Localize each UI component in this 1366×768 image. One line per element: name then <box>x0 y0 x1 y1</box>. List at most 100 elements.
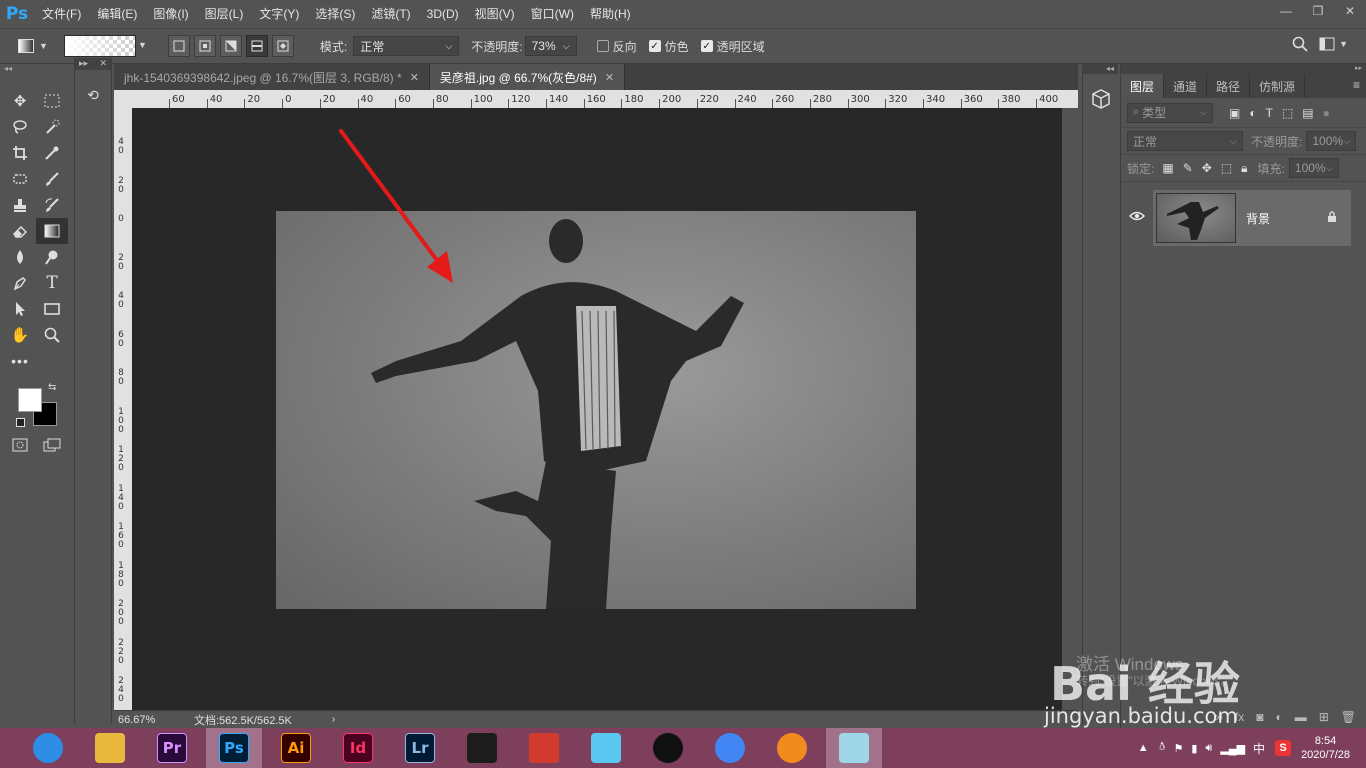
lock-all-icon[interactable]: 🔒︎ <box>1241 161 1247 176</box>
opacity-input[interactable]: 73% ⌵ <box>524 36 577 56</box>
angle-gradient-button[interactable] <box>219 35 242 57</box>
filter-smart-object-icon[interactable]: ▤ <box>1302 106 1313 120</box>
mode-select[interactable]: 正常 ⌵ <box>353 36 460 56</box>
3d-cube-icon[interactable] <box>1090 88 1112 110</box>
network-warning-icon[interactable]: ⚑ <box>1173 742 1183 755</box>
eraser-tool-icon[interactable] <box>4 218 36 244</box>
qq-tray-icon[interactable]: 🐧︎ <box>1159 741 1166 755</box>
lock-transparent-icon[interactable]: ▦ <box>1162 161 1173 176</box>
menu-help[interactable]: 帮助(H) <box>582 0 639 28</box>
filter-shape-icon[interactable]: ⬚ <box>1282 106 1293 120</box>
foreground-color-swatch[interactable] <box>18 388 42 412</box>
taskbar-app-orange-app[interactable] <box>764 728 820 768</box>
diamond-gradient-button[interactable] <box>271 35 294 57</box>
restore-button[interactable]: ❐ <box>1302 0 1334 22</box>
document-size[interactable]: 文档:562.5K/562.5K <box>194 712 292 728</box>
taskbar-app-illustrator[interactable]: Ai <box>268 728 324 768</box>
tab-clone-source[interactable]: 仿制源 <box>1250 74 1306 98</box>
taskbar-app-chrome[interactable] <box>702 728 758 768</box>
sogou-ime-icon[interactable]: S <box>1275 740 1292 756</box>
hand-tool-icon[interactable]: ✋ <box>4 322 36 348</box>
eyedropper-tool-icon[interactable] <box>36 140 68 166</box>
delete-layer-icon[interactable]: 🗑︎ <box>1341 710 1356 724</box>
crop-tool-icon[interactable] <box>4 140 36 166</box>
link-layers-icon[interactable]: ∞ <box>1214 710 1223 724</box>
tool-preset-picker[interactable]: ▼ <box>18 39 48 53</box>
close-icon[interactable]: ✕ <box>99 58 107 70</box>
close-icon[interactable]: ✕ <box>605 71 614 84</box>
taskbar-app-photoshop[interactable]: Ps <box>206 728 262 768</box>
taskbar-app-bird-app[interactable] <box>578 728 634 768</box>
tab-paths[interactable]: 路径 <box>1207 74 1251 98</box>
clock[interactable]: 8:54 2020/7/28 <box>1301 734 1350 762</box>
tab-document-1[interactable]: jhk-1540369398642.jpeg @ 16.7%(图层 3, RGB… <box>114 64 430 90</box>
dodge-tool-icon[interactable] <box>36 244 68 270</box>
volume-icon[interactable]: 🔊︎ <box>1205 742 1212 755</box>
brush-tool-icon[interactable] <box>36 166 68 192</box>
screen-mode-icon[interactable] <box>36 432 68 458</box>
photoshop-logo[interactable]: Ps <box>0 0 34 28</box>
menu-edit[interactable]: 编辑(E) <box>89 0 145 28</box>
zoom-tool-icon[interactable] <box>36 322 68 348</box>
filter-adjustment-icon[interactable]: ◐ <box>1249 106 1256 120</box>
show-hidden-icons-icon[interactable]: ▲ <box>1138 742 1149 754</box>
history-brush-tool-icon[interactable] <box>36 192 68 218</box>
layer-filter-select[interactable]: ⌕ 类型 ⌵ <box>1127 102 1213 123</box>
dither-checkbox[interactable]: ✓ 仿色 <box>648 38 689 55</box>
visibility-eye-icon[interactable] <box>1129 210 1145 224</box>
dither-check-box[interactable]: ✓ <box>648 40 661 52</box>
taskbar-app-premiere[interactable]: Pr <box>144 728 200 768</box>
transparency-checkbox[interactable]: ✓ 透明区域 <box>700 38 765 55</box>
menu-filter[interactable]: 滤镜(T) <box>363 0 418 28</box>
layer-style-icon[interactable]: fx <box>1235 710 1244 724</box>
filter-toggle-icon[interactable]: ● <box>1323 106 1330 120</box>
layer-row[interactable]: 背景 <box>1153 190 1351 246</box>
gradient-tool-icon[interactable] <box>36 218 68 244</box>
menu-file[interactable]: 文件(F) <box>34 0 89 28</box>
layer-opacity-input[interactable]: 100% ⌵ <box>1306 131 1357 151</box>
menu-image[interactable]: 图像(I) <box>145 0 196 28</box>
reverse-checkbox[interactable]: 反向 <box>596 38 637 55</box>
transparency-check-box[interactable]: ✓ <box>700 40 713 52</box>
expand-arrows-icon[interactable]: ▸▸ <box>79 58 88 70</box>
reflected-gradient-button[interactable] <box>245 35 268 57</box>
taskbar-app-lightroom[interactable]: Lr <box>392 728 448 768</box>
gradient-preview[interactable]: ▼ <box>63 35 147 57</box>
lock-artboard-icon[interactable]: ⬚ <box>1221 161 1232 176</box>
blur-tool-icon[interactable] <box>4 244 36 270</box>
menu-view[interactable]: 视图(V) <box>467 0 523 28</box>
type-tool-icon[interactable]: T <box>36 270 68 296</box>
close-button[interactable]: ✕ <box>1334 0 1366 22</box>
filter-type-icon[interactable]: T <box>1266 106 1273 120</box>
collapse-arrows-icon[interactable]: ▸▸ <box>1121 64 1366 72</box>
minimize-button[interactable]: — <box>1270 0 1302 22</box>
more-tools-icon[interactable]: ••• <box>4 348 36 374</box>
signal-icon[interactable]: ▂▄▆ <box>1220 742 1245 755</box>
taskbar-app-video-editor[interactable] <box>454 728 510 768</box>
taskbar-app-notepad-app[interactable] <box>826 728 882 768</box>
fill-input[interactable]: 100% ⌵ <box>1288 158 1339 178</box>
collapse-arrows-icon[interactable]: ◂◂ <box>1083 64 1118 74</box>
tab-layers[interactable]: 图层 <box>1121 74 1165 98</box>
swap-colors-icon[interactable]: ⇆ <box>48 382 56 393</box>
menu-layer[interactable]: 图层(L) <box>197 0 252 28</box>
chevron-down-icon[interactable]: ▼ <box>138 40 147 50</box>
layer-name[interactable]: 背景 <box>1246 210 1270 227</box>
linear-gradient-button[interactable] <box>167 35 190 57</box>
tab-channels[interactable]: 通道 <box>1164 74 1208 98</box>
rectangle-tool-icon[interactable] <box>36 296 68 322</box>
move-tool-icon[interactable]: ✥ <box>4 88 36 114</box>
default-colors-icon[interactable] <box>16 418 25 427</box>
zoom-level[interactable]: 66.67% <box>114 714 164 726</box>
lasso-tool-icon[interactable] <box>4 114 36 140</box>
history-panel-icon[interactable]: ⟲ <box>80 82 106 108</box>
radial-gradient-button[interactable] <box>193 35 216 57</box>
search-icon[interactable] <box>1292 36 1308 55</box>
patch-tool-icon[interactable] <box>4 166 36 192</box>
reverse-check-box[interactable] <box>596 40 609 52</box>
chevron-right-icon[interactable]: › <box>332 714 335 725</box>
ruler-vertical[interactable]: 4 0 2 0 0 2 0 4 0 6 0 8 0 1 0 0 1 2 0 1 4 0 1 6 0 1… <box>114 108 132 710</box>
input-method-indicator[interactable]: 中 <box>1253 740 1265 757</box>
marquee-tool-icon[interactable] <box>36 88 68 114</box>
clone-stamp-tool-icon[interactable] <box>4 192 36 218</box>
